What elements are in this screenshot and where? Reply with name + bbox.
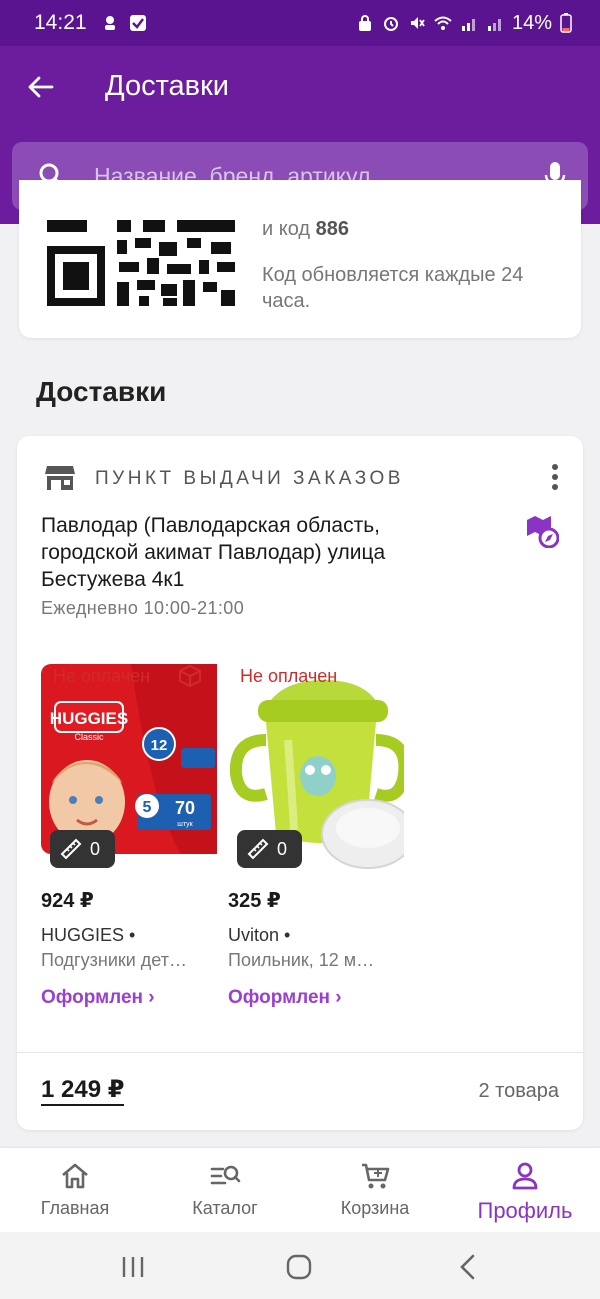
badge-count: 0 [90, 838, 101, 859]
alarm-icon [383, 17, 398, 31]
delivery-hours: Ежедневно 10:00-21:00 [41, 598, 245, 618]
svg-text:штук: штук [177, 821, 193, 828]
qr-code-card: и код 886 Код обновляется каждые 24 часа… [19, 180, 581, 338]
system-back-icon[interactable] [458, 1254, 476, 1280]
nav-catalog[interactable]: Каталог [150, 1148, 300, 1232]
svg-text:5: 5 [143, 799, 152, 816]
battery-icon [560, 13, 572, 33]
svg-text:Classic: Classic [74, 732, 104, 742]
wifi-icon [434, 16, 452, 30]
checkbox-icon [129, 15, 146, 31]
nav-home[interactable]: Главная [0, 1148, 150, 1232]
status-bar: 14:21 14% [0, 0, 600, 46]
product-name: Подгузники дет… [41, 950, 187, 970]
delivery-type-label: ПУНКТ ВЫДАЧИ ЗАКАЗОВ [95, 468, 404, 489]
payment-status: Не оплачен [240, 666, 338, 686]
product-card[interactable]: Не оплачен 0 325 ₽ Uviton • Поильник, 12… [228, 644, 404, 1009]
nav-cart-label: Корзина [340, 1198, 410, 1218]
notification-icon [104, 16, 115, 30]
qr-code-value: 886 [315, 218, 349, 240]
delivery-address: Павлодар (Павлодарская область, городско… [41, 514, 386, 591]
svg-text:70: 70 [175, 798, 195, 818]
system-home-icon[interactable] [286, 1254, 312, 1280]
cart-icon [362, 1163, 390, 1189]
catalog-search-icon [210, 1165, 241, 1185]
order-state-link[interactable]: Оформлен › [41, 987, 217, 1009]
section-title: Доставки [36, 376, 167, 407]
status-time: 14:21 [34, 11, 87, 34]
home-icon [62, 1163, 88, 1189]
svg-text:HUGGIES: HUGGIES [50, 709, 128, 728]
page-title: Доставки [105, 70, 229, 102]
mute-icon [410, 17, 425, 29]
fitting-badge: 0 [237, 830, 302, 868]
product-card[interactable]: HUGGIES Classic 12 5 70 штук Не оплачен [41, 644, 217, 1009]
qr-refresh-note: Код обновляется каждые 24 часа. [262, 264, 524, 312]
order-state-link[interactable]: Оформлен › [228, 987, 404, 1009]
nav-profile-label: Профиль [477, 1198, 573, 1223]
delivery-total[interactable]: 1 249 ₽ [41, 1078, 125, 1106]
product-image[interactable]: HUGGIES Classic 12 5 70 штук Не оплачен [41, 644, 217, 876]
nav-profile[interactable]: Профиль [450, 1148, 600, 1232]
signal-2-icon [487, 19, 501, 31]
battery-percent: 14% [511, 11, 552, 34]
signal-icon [461, 19, 475, 31]
box-return-icon [179, 664, 201, 688]
lock-icon [358, 15, 371, 31]
product-image[interactable]: Не оплачен 0 [228, 644, 404, 876]
store-icon [45, 466, 75, 490]
fitting-badge: 0 [50, 830, 115, 868]
back-arrow-icon[interactable] [26, 72, 56, 102]
more-options-icon[interactable] [551, 464, 559, 490]
nav-cart[interactable]: Корзина [300, 1148, 450, 1232]
product-price: 924 ₽ [41, 890, 94, 912]
map-route-icon[interactable] [525, 514, 559, 548]
ruler-icon [247, 838, 269, 860]
product-brand: HUGGIES • [41, 925, 136, 945]
qr-code-label: и код 886 [262, 218, 349, 241]
nav-catalog-label: Каталог [192, 1198, 258, 1218]
profile-icon [512, 1162, 538, 1190]
product-price: 325 ₽ [228, 890, 281, 912]
recent-apps-icon[interactable] [121, 1256, 145, 1278]
items-count: 2 товара [478, 1080, 559, 1102]
bottom-navigation: Главная Каталог Корзина Профиль [0, 1148, 600, 1232]
ruler-icon [60, 838, 82, 860]
payment-status: Не оплачен [53, 666, 151, 686]
delivery-card[interactable]: ПУНКТ ВЫДАЧИ ЗАКАЗОВ Павлодар (Павлодарс… [17, 436, 583, 1130]
system-navigation-bar [0, 1232, 600, 1299]
product-name: Поильник, 12 м… [228, 950, 375, 970]
nav-home-label: Главная [40, 1198, 110, 1218]
svg-text:12: 12 [151, 737, 168, 754]
badge-count: 0 [277, 838, 288, 859]
product-brand: Uviton • [228, 925, 291, 945]
divider [17, 1052, 583, 1053]
qr-code-prefix: и код [262, 218, 311, 240]
qr-code-image[interactable] [47, 220, 235, 306]
